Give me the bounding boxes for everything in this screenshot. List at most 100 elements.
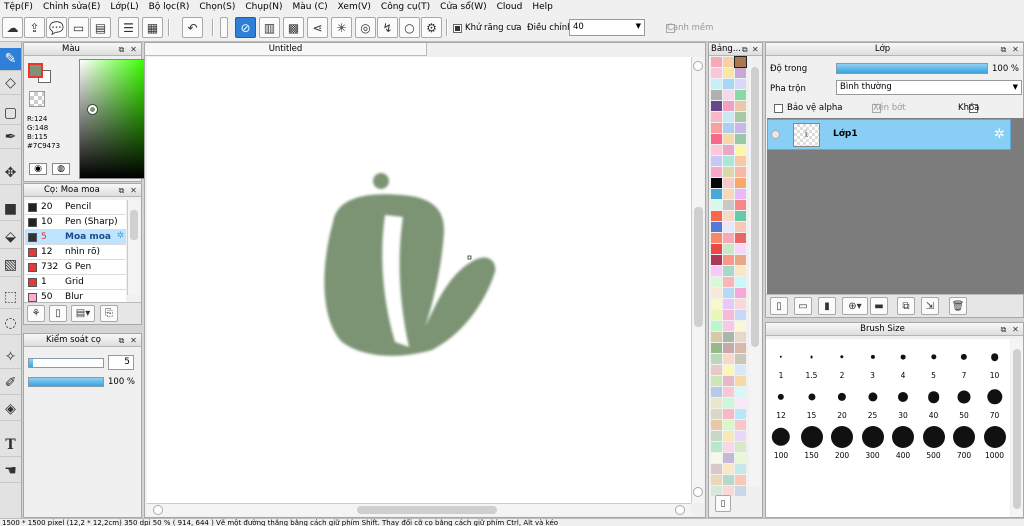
gear-icon[interactable]: ✲ — [994, 127, 1005, 142]
palette-swatch[interactable] — [723, 90, 734, 100]
palette-swatch[interactable] — [711, 266, 722, 276]
lasso-tool-icon[interactable]: ◌ — [0, 312, 21, 335]
brush-list-item[interactable]: 20 Pencil — [25, 200, 126, 215]
palette-swatch[interactable] — [711, 167, 722, 177]
close-icon[interactable]: ✕ — [129, 336, 138, 345]
palette-swatch[interactable] — [723, 321, 734, 331]
brush-list-item[interactable]: 5 Moa moa ✲ — [25, 230, 126, 245]
fill-rect-tool-icon[interactable]: ■ — [0, 198, 21, 221]
pen-tool-icon[interactable]: ✒ — [0, 126, 21, 149]
gear-icon[interactable]: ✲ — [116, 231, 124, 241]
palette-swatch[interactable] — [735, 354, 746, 364]
float-icon[interactable]: ⧉ — [117, 186, 126, 195]
horizontal-scroll-thumb[interactable] — [357, 506, 497, 514]
merge-layer-icon[interactable]: ⇲ — [921, 297, 939, 315]
layer-opacity-slider[interactable] — [836, 63, 988, 74]
list-icon[interactable]: ☰ — [118, 17, 139, 38]
palette-swatch[interactable] — [711, 475, 722, 485]
palette-swatch[interactable] — [723, 255, 734, 265]
brush-size-cell[interactable]: 40 — [919, 383, 949, 423]
magic-wand-tool-icon[interactable]: ✧ — [0, 346, 21, 369]
palette-swatch[interactable] — [723, 365, 734, 375]
folder-icon[interactable]: ▬ — [870, 297, 888, 315]
palette-swatch[interactable] — [735, 310, 746, 320]
palette-swatch[interactable] — [723, 409, 734, 419]
palette-swatch[interactable] — [711, 79, 722, 89]
new-brush-icon[interactable]: ▯ — [49, 305, 67, 322]
gradient-tool-icon[interactable]: ▧ — [0, 254, 21, 277]
snap-off-icon[interactable]: ⊘ — [235, 17, 256, 38]
close-icon[interactable]: ✕ — [129, 186, 138, 195]
protect-alpha-checkbox[interactable] — [774, 104, 783, 113]
float-icon[interactable]: ⧉ — [741, 45, 749, 54]
scroll-thumb[interactable] — [130, 210, 138, 240]
palette-swatch[interactable] — [711, 134, 722, 144]
palette-swatch[interactable] — [735, 255, 746, 265]
palette-swatch[interactable] — [711, 398, 722, 408]
palette-swatch[interactable] — [711, 299, 722, 309]
palette-swatch[interactable] — [711, 189, 722, 199]
palette-swatch[interactable] — [735, 376, 746, 386]
palette-swatch[interactable] — [711, 200, 722, 210]
palette-swatch[interactable] — [723, 79, 734, 89]
brush-list-item[interactable]: 732 G Pen — [25, 260, 126, 275]
palette-swatch[interactable] — [735, 343, 746, 353]
brush-size-cell[interactable]: 70 — [980, 383, 1010, 423]
menu-capture[interactable]: Chụp(N) — [241, 2, 288, 12]
snap-circle-icon[interactable]: ◎ — [355, 17, 376, 38]
brush-list-item[interactable]: 1 Grid — [25, 275, 126, 290]
brush-size-cell[interactable]: 50 — [949, 383, 979, 423]
brush-size-cell[interactable]: 150 — [797, 423, 827, 463]
snap-grid-icon[interactable]: ▩ — [283, 17, 304, 38]
palette-swatch[interactable] — [711, 222, 722, 232]
palette-swatch[interactable] — [723, 277, 734, 287]
palette-swatch[interactable] — [723, 189, 734, 199]
palette-swatch[interactable] — [723, 442, 734, 452]
palette-swatch[interactable] — [711, 288, 722, 298]
float-icon[interactable]: ⧉ — [117, 336, 126, 345]
snap-curve-icon[interactable]: ↯ — [377, 17, 398, 38]
palette-swatch[interactable] — [735, 365, 746, 375]
export-icon[interactable]: ⇪ — [24, 17, 45, 38]
color-history-icon[interactable]: ◍ — [52, 163, 70, 175]
scroll-down-icon[interactable] — [693, 487, 703, 497]
palette-swatch[interactable] — [711, 310, 722, 320]
palette-swatch[interactable] — [723, 453, 734, 463]
palette-swatch[interactable] — [735, 288, 746, 298]
move-tool-icon[interactable]: ✥ — [0, 162, 21, 185]
palette-swatch[interactable] — [723, 222, 734, 232]
palette-swatch[interactable] — [723, 354, 734, 364]
scroll-right-icon[interactable] — [675, 505, 685, 515]
palette-swatch[interactable] — [735, 299, 746, 309]
brush-size-scroll-thumb[interactable] — [1013, 349, 1021, 509]
brush-size-cell[interactable]: 15 — [797, 383, 827, 423]
transparent-color-swatch[interactable] — [29, 91, 45, 107]
snap-ellipse-icon[interactable]: ○ — [399, 17, 420, 38]
brush-size-cell[interactable]: 200 — [827, 423, 857, 463]
brush-list-item[interactable]: 10 Pen (Sharp) — [25, 215, 126, 230]
palette-swatch[interactable] — [723, 310, 734, 320]
palette-swatch[interactable] — [711, 101, 722, 111]
saturation-value-picker[interactable] — [79, 59, 145, 179]
menu-color[interactable]: Màu (C) — [289, 2, 334, 12]
menu-file[interactable]: Tệp(F) — [0, 2, 39, 12]
palette-swatch[interactable] — [735, 134, 746, 144]
new-palette-icon[interactable]: ▯ — [715, 495, 731, 512]
palette-swatch[interactable] — [711, 145, 722, 155]
palette-swatch[interactable] — [723, 431, 734, 441]
palette-swatch[interactable] — [735, 145, 746, 155]
cloud-icon[interactable]: ☁ — [2, 17, 23, 38]
palette-swatch[interactable] — [735, 90, 746, 100]
palette-swatch[interactable] — [723, 200, 734, 210]
snap-radial-icon[interactable]: ✳ — [331, 17, 352, 38]
palette-swatch[interactable] — [734, 56, 747, 68]
brush-size-cell[interactable]: 300 — [858, 423, 888, 463]
palette-swatch[interactable] — [723, 343, 734, 353]
document-tab[interactable]: Untitled — [145, 43, 427, 56]
text-tool-icon[interactable]: T — [0, 434, 21, 457]
brush-size-cell[interactable]: 100 — [766, 423, 796, 463]
vertical-scroll-thumb[interactable] — [694, 207, 703, 327]
brush-pressure-icon[interactable]: ⎘ — [100, 305, 118, 322]
palette-swatch[interactable] — [735, 486, 746, 496]
undo-icon[interactable]: ↶ — [182, 17, 203, 38]
